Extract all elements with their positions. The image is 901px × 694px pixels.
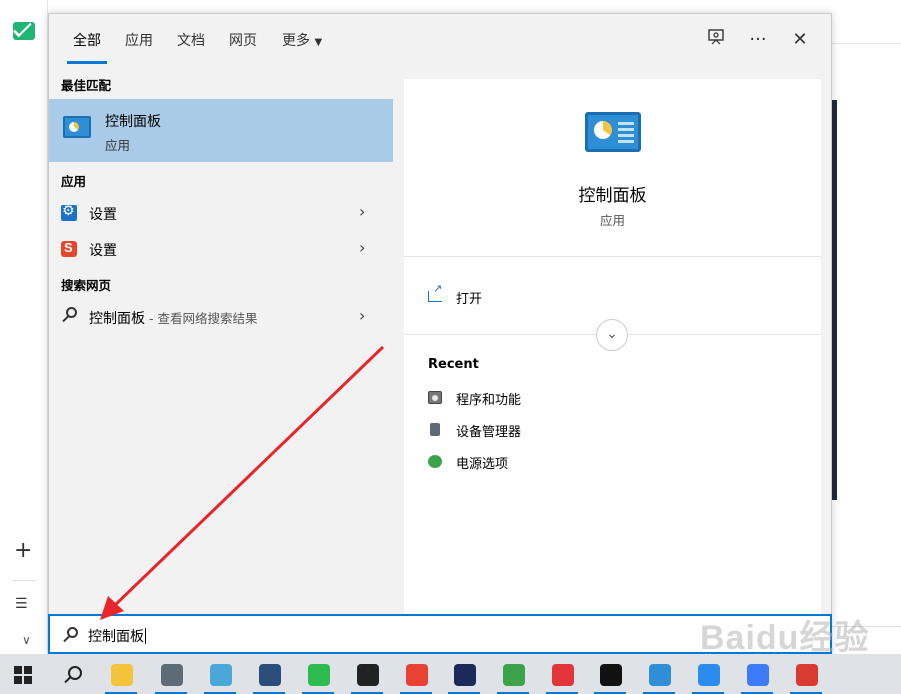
control-panel-icon: [63, 116, 91, 138]
photoshop-icon: [454, 664, 476, 686]
sidebar-divider: [12, 580, 36, 581]
recent-heading: Recent: [428, 357, 479, 372]
feedback-icon[interactable]: [704, 28, 728, 52]
best-match-subtitle: 应用: [105, 138, 131, 153]
recent-item-label: 设备管理器: [456, 425, 522, 440]
best-match-heading: 最佳匹配: [61, 78, 112, 93]
sticky-notes-icon: [357, 664, 379, 686]
list-icon[interactable]: ☰: [15, 596, 28, 612]
taskbar-netease-music[interactable]: [542, 658, 582, 694]
open-label: 打开: [456, 292, 483, 307]
recent-item-label: 电源选项: [456, 457, 509, 472]
taskbar-ie-browser[interactable]: [493, 658, 533, 694]
preview-pane: 控制面板 应用 打开 ⌄ Recent 程序和功能 设备管理器 电源选项: [404, 79, 821, 615]
windows-search-panel: 全部 应用 文档 网页 更多 ▼ ··· ✕ 最佳匹配 控制面板 应用 应用 设…: [48, 13, 832, 654]
taskbar-wechat[interactable]: [298, 658, 338, 694]
results-list: 最佳匹配 控制面板 应用 应用 设置 › 设置 › 搜索网页 控制面板 - 查看…: [49, 66, 393, 615]
taskbar-pdf-reader[interactable]: [249, 658, 289, 694]
ie-cloud-icon: [649, 664, 671, 686]
caret-down-icon: ▼: [314, 37, 323, 48]
background-app-right: [832, 0, 901, 654]
background-divider: [832, 43, 901, 44]
taskbar-search[interactable]: [52, 658, 92, 690]
tab-all[interactable]: 全部: [73, 30, 101, 50]
taskbar-dingtalk[interactable]: [688, 658, 728, 694]
netease-music-icon: [552, 664, 574, 686]
wps-icon: [796, 664, 818, 686]
background-dark-strip: [832, 100, 837, 500]
taskbar-chrome[interactable]: [396, 658, 436, 694]
chevron-right-icon[interactable]: ›: [359, 202, 365, 221]
mail-app-icon[interactable]: [13, 22, 35, 40]
app-result-label: 设置: [89, 243, 117, 259]
open-icon: [428, 282, 442, 302]
search-icon: [62, 664, 84, 686]
tab-apps[interactable]: 应用: [125, 30, 153, 50]
start-icon: [14, 664, 36, 686]
search-web-heading: 搜索网页: [61, 278, 112, 293]
taskbar-ie-cloud[interactable]: [639, 658, 679, 694]
app-result-label: 设置: [89, 207, 117, 223]
background-divider-bottom: [832, 626, 901, 627]
web-search-result[interactable]: 控制面板 - 查看网络搜索结果 ›: [49, 300, 393, 334]
taskbar-start[interactable]: [4, 658, 44, 690]
taskbar-feishu[interactable]: [737, 658, 777, 694]
web-search-query: 控制面板: [89, 311, 145, 327]
taskbar: [0, 654, 901, 694]
feishu-icon: [747, 664, 769, 686]
search-icon: [66, 307, 77, 318]
search-input[interactable]: 控制面板: [48, 614, 832, 654]
taskbar-file-explorer[interactable]: [101, 658, 141, 694]
chevron-right-icon[interactable]: ›: [359, 238, 365, 257]
best-match-control-panel[interactable]: 控制面板 应用: [49, 99, 393, 162]
taskbar-qq[interactable]: [590, 658, 630, 694]
search-input-value: 控制面板: [88, 626, 146, 646]
programs-features-icon: [428, 391, 442, 404]
search-query-text: 控制面板: [88, 629, 144, 645]
tab-web[interactable]: 网页: [229, 30, 257, 50]
taskbar-calculator[interactable]: [151, 658, 191, 694]
ie-browser-icon: [503, 664, 525, 686]
taskbar-sticky-notes[interactable]: [347, 658, 387, 694]
chrome-icon: [406, 664, 428, 686]
calculator-icon: [161, 664, 183, 686]
preview-divider: [404, 256, 821, 257]
recent-item-label: 程序和功能: [456, 393, 522, 408]
file-explorer-icon: [111, 664, 133, 686]
notepad-icon: [210, 664, 232, 686]
dingtalk-icon: [698, 664, 720, 686]
pdf-reader-icon: [259, 664, 281, 686]
settings-gear-icon: [61, 203, 77, 221]
taskbar-notepad[interactable]: [200, 658, 240, 694]
best-match-title: 控制面板: [105, 114, 161, 130]
control-panel-large-icon: [585, 112, 641, 152]
device-manager-icon: [430, 423, 440, 436]
wechat-icon: [308, 664, 330, 686]
chevron-right-icon[interactable]: ›: [359, 306, 365, 325]
search-icon: [67, 627, 78, 638]
tab-more[interactable]: 更多 ▼: [282, 30, 322, 50]
add-icon[interactable]: +: [14, 540, 32, 562]
text-caret: [145, 628, 146, 644]
web-search-suffix: - 查看网络搜索结果: [145, 311, 258, 326]
preview-subtitle: 应用: [599, 213, 625, 228]
tab-more-label: 更多: [282, 33, 310, 49]
preview-title: 控制面板: [578, 186, 647, 206]
taskbar-wps[interactable]: [786, 658, 826, 694]
web-search-label: 控制面板 - 查看网络搜索结果: [89, 308, 257, 328]
app-result-sogou-settings[interactable]: 设置 ›: [49, 232, 393, 266]
expand-chevron-button[interactable]: ⌄: [596, 319, 628, 351]
active-tab-indicator: [67, 61, 107, 64]
more-options-icon[interactable]: ···: [746, 28, 770, 52]
power-options-icon: [428, 455, 442, 468]
qq-icon: [600, 664, 622, 686]
expand-down-icon[interactable]: ∨: [22, 633, 31, 647]
sogou-settings-icon: [61, 240, 77, 257]
apps-heading: 应用: [61, 174, 87, 189]
tab-documents[interactable]: 文档: [177, 30, 205, 50]
taskbar-photoshop[interactable]: [444, 658, 484, 694]
search-tabs: 全部 应用 文档 网页 更多 ▼ ··· ✕: [49, 14, 831, 66]
app-result-settings[interactable]: 设置 ›: [49, 196, 393, 230]
close-icon[interactable]: ✕: [788, 28, 812, 52]
